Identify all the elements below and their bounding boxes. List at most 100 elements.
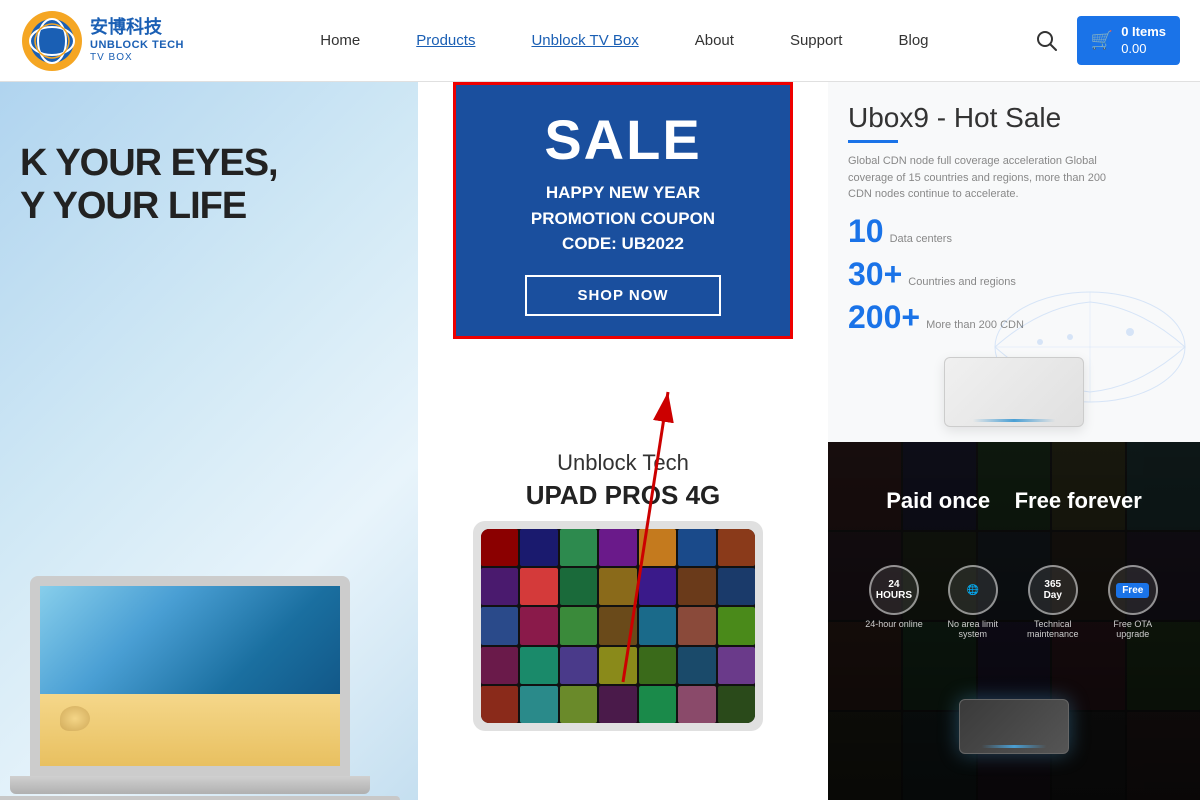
tablet-cell xyxy=(678,529,715,566)
free-circle: Free xyxy=(1108,565,1158,615)
tablet-cell xyxy=(481,607,518,644)
upad-subtitle: UPAD PROS 4G xyxy=(526,480,721,511)
ubox9-stat-1: 10 Data centers xyxy=(848,213,1180,250)
upad-image xyxy=(473,521,773,741)
ubox9-title: Ubox9 - Hot Sale xyxy=(848,102,1180,134)
tablet-cell xyxy=(678,647,715,684)
search-button[interactable] xyxy=(1029,23,1065,59)
hero-line2: Y YOUR LIFE xyxy=(20,185,278,228)
cart-button[interactable]: 🛒 0 Items 0.00 xyxy=(1077,16,1180,66)
stat2-number: 30+ xyxy=(848,256,902,293)
stat1-label: Data centers xyxy=(890,233,952,245)
paid-icons: 24HOURS 24-hour online 🌐 No area limit s… xyxy=(865,565,1163,639)
header-right: 🛒 0 Items 0.00 xyxy=(1029,16,1180,66)
tablet-cell xyxy=(678,686,715,723)
cart-items-count: 0 Items xyxy=(1121,24,1166,41)
right-column: Ubox9 - Hot Sale Global CDN node full co… xyxy=(828,82,1200,800)
tablet-cell xyxy=(718,568,755,605)
cart-price: 0.00 xyxy=(1121,41,1166,58)
logo-text: 安博科技 UNBLOCK TECH TV BOX xyxy=(90,17,184,64)
tablet-cell xyxy=(599,686,636,723)
upad-section: Unblock Tech UPAD PROS 4G xyxy=(418,420,828,800)
nav-item-unblock-tv-box[interactable]: Unblock TV Box xyxy=(503,0,666,82)
sale-subtitle: HAPPY NEW YEARPROMOTION COUPONCODE: UB20… xyxy=(531,180,715,257)
tablet-cell xyxy=(599,529,636,566)
tablet-cell xyxy=(639,647,676,684)
tablet-cell xyxy=(520,568,557,605)
tablet-cell xyxy=(520,686,557,723)
tablet-cell xyxy=(481,686,518,723)
365-label: Technical maintenance xyxy=(1023,619,1083,639)
tablet-cell xyxy=(678,568,715,605)
tablet-cell xyxy=(560,529,597,566)
search-icon xyxy=(1035,29,1059,53)
logo-icon xyxy=(20,9,84,73)
tablet-cell xyxy=(639,568,676,605)
ubox9-description: Global CDN node full coverage accelerati… xyxy=(848,153,1128,203)
tablet-cell xyxy=(560,686,597,723)
nav-item-products[interactable]: Products xyxy=(388,0,503,82)
free-badge: Free xyxy=(1116,583,1149,598)
paid-section: Paid once Free forever 24HOURS 24-hour o… xyxy=(828,442,1200,800)
paid-icon-globe: 🌐 No area limit system xyxy=(943,565,1003,639)
tablet-cell xyxy=(520,529,557,566)
tablet-cell xyxy=(560,647,597,684)
tablet-cell xyxy=(678,607,715,644)
shop-now-button[interactable]: SHOP NOW xyxy=(525,275,720,316)
tablet-cell xyxy=(718,607,755,644)
upad-title: Unblock Tech xyxy=(557,450,689,476)
24h-label: 24-hour online xyxy=(865,619,923,629)
stat1-number: 10 xyxy=(848,213,884,250)
main-content: K YOUR EYES, Y YOUR LIFE SALE HAPPY NEW … xyxy=(0,82,1200,800)
sale-title: SALE xyxy=(544,107,701,172)
hero-line1: K YOUR EYES, xyxy=(20,142,278,185)
paid-title-block: Paid once Free forever xyxy=(886,488,1142,514)
365-circle: 365Day xyxy=(1028,565,1078,615)
hero-text: K YOUR EYES, Y YOUR LIFE xyxy=(20,142,278,228)
tablet-cell xyxy=(481,568,518,605)
free-label: Free OTA upgrade xyxy=(1103,619,1163,639)
tablet-cell xyxy=(481,647,518,684)
24h-circle: 24HOURS xyxy=(869,565,919,615)
tablet-cell xyxy=(560,607,597,644)
hero-section: K YOUR EYES, Y YOUR LIFE xyxy=(0,82,418,800)
paid-content: Paid once Free forever 24HOURS 24-hour o… xyxy=(848,462,1180,780)
tablet-cell xyxy=(639,529,676,566)
paid-icon-365: 365Day Technical maintenance xyxy=(1023,565,1083,639)
tablet-cell xyxy=(639,607,676,644)
paid-icon-free: Free Free OTA upgrade xyxy=(1103,565,1163,639)
nav: Home Products Unblock TV Box About Suppo… xyxy=(220,0,1029,82)
paid-tv-box-device xyxy=(959,699,1069,754)
sale-popup: SALE HAPPY NEW YEARPROMOTION COUPONCODE:… xyxy=(453,82,793,339)
logo[interactable]: 安博科技 UNBLOCK TECH TV BOX xyxy=(20,9,220,73)
laptop-image xyxy=(0,576,400,800)
tablet-cell xyxy=(639,686,676,723)
tablet-cell xyxy=(520,647,557,684)
logo-sub-text: TV BOX xyxy=(90,52,184,64)
paid-icon-24h: 24HOURS 24-hour online xyxy=(865,565,923,639)
ubox9-device xyxy=(944,357,1084,427)
header: 安博科技 UNBLOCK TECH TV BOX Home Products U… xyxy=(0,0,1200,82)
tablet-cell xyxy=(599,568,636,605)
nav-item-support[interactable]: Support xyxy=(762,0,871,82)
center-column: SALE HAPPY NEW YEARPROMOTION COUPONCODE:… xyxy=(418,82,828,800)
tablet-cell xyxy=(718,686,755,723)
cart-text: 0 Items 0.00 xyxy=(1121,24,1166,58)
paid-title-full: Paid once Free forever xyxy=(886,488,1142,514)
globe-label: No area limit system xyxy=(943,619,1003,639)
nav-item-about[interactable]: About xyxy=(667,0,762,82)
tablet-cell xyxy=(481,529,518,566)
logo-en-text: UNBLOCK TECH xyxy=(90,39,184,52)
nav-item-home[interactable]: Home xyxy=(292,0,388,82)
tablet-cell xyxy=(560,568,597,605)
tablet-cell xyxy=(599,647,636,684)
nav-item-blog[interactable]: Blog xyxy=(870,0,956,82)
ubox9-section: Ubox9 - Hot Sale Global CDN node full co… xyxy=(828,82,1200,442)
tablet-cell xyxy=(599,607,636,644)
tablet-cell xyxy=(718,647,755,684)
cart-icon: 🛒 xyxy=(1091,29,1113,52)
tablet-cell xyxy=(520,607,557,644)
ubox9-divider xyxy=(848,140,898,143)
tablet-cell xyxy=(718,529,755,566)
stat3-number: 200+ xyxy=(848,299,920,336)
